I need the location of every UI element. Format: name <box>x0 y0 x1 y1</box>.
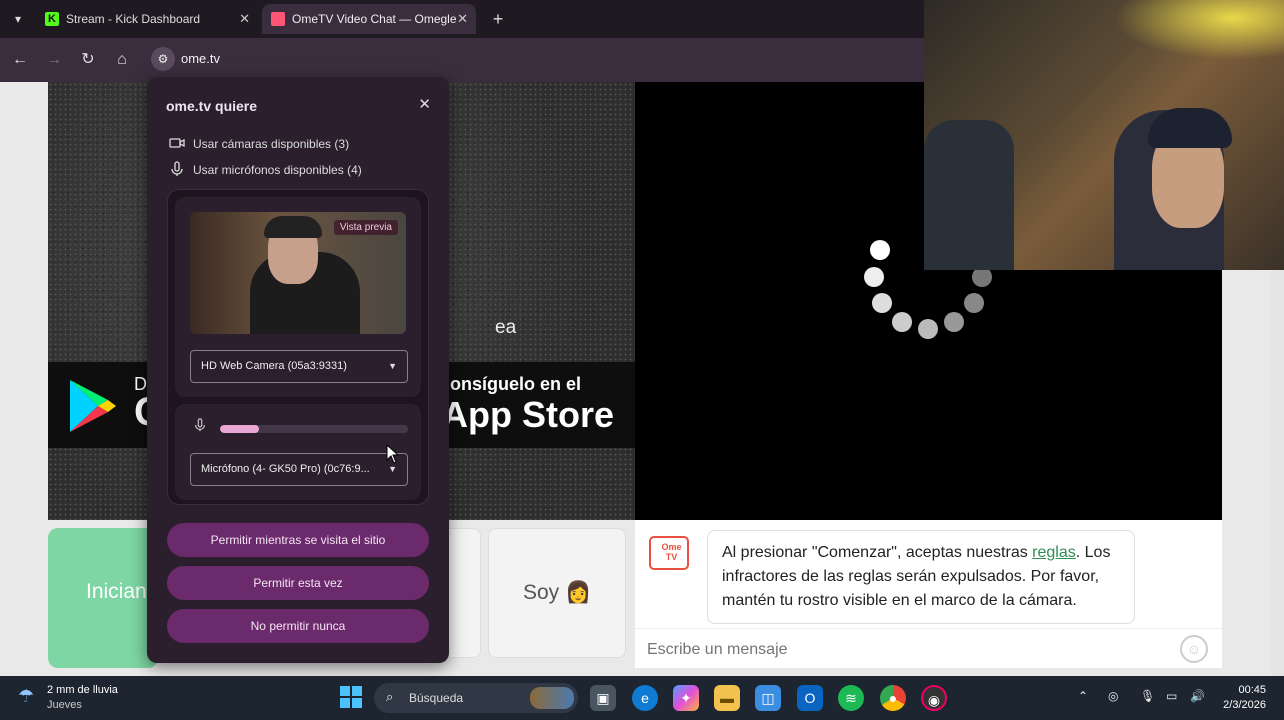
obs-icon[interactable]: ◉ <box>921 685 947 711</box>
copilot-icon[interactable]: ✦ <box>673 685 699 711</box>
microphone-card: Micrófono (4- GK50 Pro) (0c76:9... ▼ <box>175 404 421 500</box>
umbrella-icon[interactable]: ☂ <box>18 686 34 707</box>
site-settings-icon[interactable]: ⚙ <box>151 47 175 71</box>
system-message: Al presionar "Comenzar", aceptas nuestra… <box>707 530 1135 624</box>
never-allow-button[interactable]: No permitir nunca <box>167 609 429 643</box>
camera-permission-row: Usar cámaras disponibles (3) <box>169 137 349 151</box>
kick-favicon-icon <box>45 4 59 34</box>
volume-icon[interactable]: 🔊 <box>1190 689 1205 703</box>
camera-select[interactable]: HD Web Camera (05a3:9331) ▼ <box>190 350 408 383</box>
mic-level-meter <box>220 425 408 433</box>
store-icon[interactable]: ◫ <box>755 685 781 711</box>
mic-permission-row: Usar micrófonos disponibles (4) <box>169 161 362 177</box>
file-explorer-icon[interactable]: ▬ <box>714 685 740 711</box>
tray-app-icon[interactable]: ◎ <box>1108 689 1118 703</box>
taskbar-search[interactable]: ⌕ Búsqueda <box>374 683 578 713</box>
search-highlight-image <box>530 687 574 709</box>
weather-title[interactable]: 2 mm de lluvia <box>47 684 118 696</box>
time: 00:45 <box>1238 684 1266 696</box>
outlook-icon[interactable]: O <box>797 685 823 711</box>
network-icon[interactable]: ▭ <box>1166 689 1177 703</box>
close-icon[interactable]: ✕ <box>418 95 431 113</box>
streamer-webcam-overlay <box>924 0 1284 270</box>
tab-ometv[interactable]: OmeTV Video Chat — Omegle ✕ <box>262 4 476 34</box>
app-store-line2[interactable]: App Store <box>442 394 614 436</box>
gender-button-label: Soy 👩 <box>523 581 592 604</box>
camera-preview: Vista previa <box>190 212 406 334</box>
new-tab-button[interactable]: + <box>486 4 510 34</box>
microphone-select[interactable]: Micrófono (4- GK50 Pro) (0c76:9... ▼ <box>190 453 408 486</box>
dialog-title: ome.tv quiere <box>166 98 258 114</box>
chat-panel: Ome TV Al presionar "Comenzar", aceptas … <box>635 520 1222 668</box>
mouse-cursor-icon <box>386 444 400 464</box>
address-bar[interactable]: ome.tv <box>181 51 220 66</box>
message-input[interactable] <box>647 639 1167 661</box>
home-icon[interactable]: ⌂ <box>110 48 134 72</box>
search-label: Búsqueda <box>409 691 464 705</box>
allow-this-time-button[interactable]: Permitir esta vez <box>167 566 429 600</box>
edge-icon[interactable]: e <box>632 685 658 711</box>
rules-link[interactable]: reglas <box>1032 544 1076 561</box>
close-tab-icon[interactable]: ✕ <box>457 4 468 34</box>
windows-start-icon[interactable] <box>340 686 362 708</box>
ometv-logo: Ome TV <box>649 536 689 570</box>
app-store-line1[interactable]: onsíguelo en el <box>450 374 581 395</box>
video-caption: ea <box>495 317 517 338</box>
search-icon: ⌕ <box>386 689 394 704</box>
mic-level-fill <box>220 425 260 433</box>
task-view-icon[interactable]: ▣ <box>590 685 616 711</box>
weather-subtitle: Jueves <box>47 699 82 711</box>
ometv-favicon-icon <box>271 12 285 26</box>
start-button[interactable]: Inician <box>48 528 158 668</box>
reload-icon[interactable]: ↻ <box>76 48 100 72</box>
spotify-icon[interactable]: ≋ <box>838 685 864 711</box>
permission-dialog: ome.tv quiere ✕ Usar cámaras disponibles… <box>147 77 449 663</box>
camera-icon <box>169 138 185 148</box>
preview-badge: Vista previa <box>333 220 398 235</box>
date: 2/3/2026 <box>1223 699 1266 711</box>
allow-while-visiting-button[interactable]: Permitir mientras se visita el sitio <box>167 523 429 557</box>
chevron-down-icon: ▼ <box>388 361 397 371</box>
forward-arrow-icon[interactable]: → <box>42 48 66 72</box>
close-tab-icon[interactable]: ✕ <box>239 4 250 34</box>
chrome-icon[interactable]: ● <box>880 685 906 711</box>
camera-card: Vista previa HD Web Camera (05a3:9331) ▼ <box>175 197 421 397</box>
tab-title: Stream - Kick Dashboard <box>66 12 201 26</box>
country-button[interactable] <box>449 528 481 658</box>
tab-title: OmeTV Video Chat — Omegle <box>292 12 457 26</box>
screen: ▾ Stream - Kick Dashboard ✕ OmeTV Video … <box>0 0 1284 720</box>
microphone-icon <box>195 418 205 432</box>
taskbar: ☂ 2 mm de lluvia Jueves ⌕ Búsqueda ▣ e ✦… <box>0 676 1284 720</box>
emoji-icon[interactable]: ☺ <box>1180 635 1208 663</box>
chevron-up-icon[interactable]: ⌃ <box>1078 689 1088 703</box>
tab-kick-dashboard[interactable]: Stream - Kick Dashboard ✕ <box>36 4 258 34</box>
tab-search-icon[interactable]: ▾ <box>6 7 30 31</box>
chat-input-bar: ☺ <box>635 628 1222 668</box>
start-button-label: Inician <box>86 580 147 603</box>
microphone-icon <box>171 161 183 176</box>
back-arrow-icon[interactable]: ← <box>8 48 32 72</box>
microphone-tray-icon[interactable]: 🎙 <box>1140 689 1155 703</box>
gender-button[interactable]: Soy 👩 <box>488 528 626 658</box>
google-play-icon[interactable] <box>68 378 118 434</box>
clock[interactable]: 00:45 2/3/2026 <box>1223 683 1266 713</box>
